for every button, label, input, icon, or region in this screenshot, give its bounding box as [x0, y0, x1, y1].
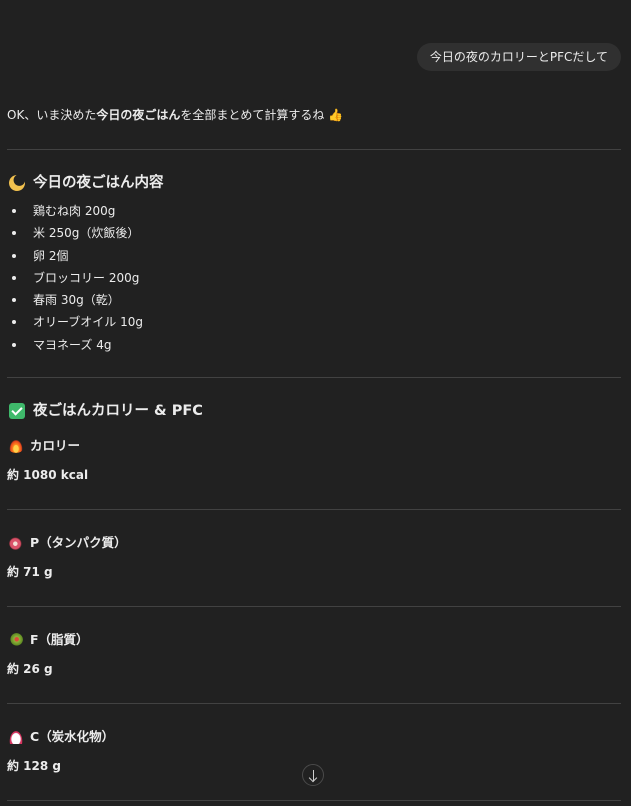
- totals-heading: 夜ごはんカロリー & PFC: [9, 401, 203, 421]
- scroll-to-bottom-button[interactable]: [302, 764, 324, 786]
- menu-list: 鶏むね肉 200g 米 250g（炊飯後） 卵 2個 ブロッコリー 200g 春…: [7, 200, 143, 356]
- list-item: 春雨 30g（乾）: [7, 289, 143, 311]
- intro-suffix: を全部まとめて計算するね 👍: [180, 108, 344, 122]
- arrow-down-icon: [313, 770, 315, 781]
- divider: [7, 606, 621, 607]
- fire-icon: [9, 439, 23, 453]
- calorie-value: 約 1080 kcal: [7, 468, 89, 482]
- divider: [7, 149, 621, 150]
- totals-heading-text: 夜ごはんカロリー & PFC: [33, 403, 203, 419]
- carb-value: 約 128 g: [7, 759, 61, 773]
- calorie-label: カロリー: [30, 438, 81, 453]
- menu-heading-text: 今日の夜ごはん内容: [33, 175, 164, 191]
- olive-icon: [9, 633, 23, 647]
- divider: [7, 703, 621, 704]
- calorie-heading: カロリー: [9, 437, 80, 455]
- menu-heading: 今日の夜ごはん内容: [6, 172, 164, 194]
- fat-value: 約 26 g: [7, 662, 53, 676]
- intro-prefix: OK、いま決めた: [7, 108, 97, 122]
- divider: [7, 800, 621, 801]
- check-mark-button-icon: [9, 403, 25, 419]
- divider: [7, 509, 621, 510]
- list-item: 米 250g（炊飯後）: [7, 222, 143, 244]
- fat-label: F（脂質）: [30, 632, 89, 647]
- assistant-intro: OK、いま決めた今日の夜ごはんを全部まとめて計算するね 👍: [7, 107, 343, 123]
- list-item: マヨネーズ 4g: [7, 334, 143, 356]
- list-item: オリーブオイル 10g: [7, 311, 143, 333]
- divider: [7, 377, 621, 378]
- protein-label: P（タンパク質）: [30, 535, 127, 550]
- crescent-moon-icon: [6, 172, 28, 194]
- fat-heading: F（脂質）: [9, 631, 89, 649]
- carb-label: C（炭水化物）: [30, 729, 115, 744]
- meat-icon: [9, 536, 23, 550]
- carb-heading: C（炭水化物）: [9, 728, 114, 746]
- list-item: 鶏むね肉 200g: [7, 200, 143, 222]
- rice-icon: [9, 730, 23, 744]
- protein-value: 約 71 g: [7, 565, 53, 579]
- list-item: 卵 2個: [7, 245, 143, 267]
- protein-heading: P（タンパク質）: [9, 534, 127, 552]
- intro-bold: 今日の夜ごはん: [96, 108, 181, 122]
- list-item: ブロッコリー 200g: [7, 267, 143, 289]
- user-message-bubble: 今日の夜のカロリーとPFCだして: [416, 43, 621, 71]
